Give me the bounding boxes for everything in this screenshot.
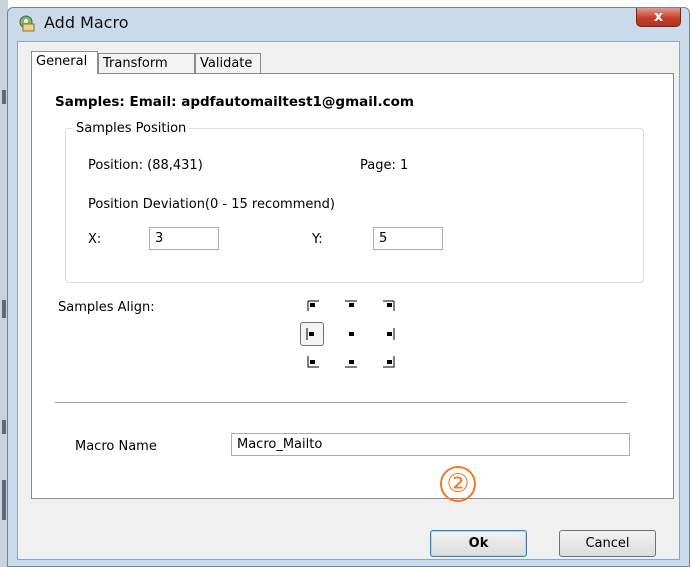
align-bottom-center-button[interactable]	[340, 352, 362, 372]
edge-mark	[2, 480, 6, 520]
x-label: X:	[88, 232, 102, 247]
align-top-left-icon	[307, 300, 319, 311]
align-middle-left-button[interactable]	[300, 322, 324, 346]
edge-mark	[2, 300, 6, 318]
x-deviation-input[interactable]: 3	[149, 227, 219, 250]
edge-mark	[2, 90, 6, 104]
tab-transform[interactable]: Transform	[98, 53, 195, 73]
align-top-right-icon	[383, 300, 395, 311]
edge-mark	[2, 420, 6, 434]
align-top-center-button[interactable]	[340, 296, 362, 316]
title-bar[interactable]: Add Macro x	[8, 8, 689, 38]
samples-position-title: Samples Position	[73, 121, 190, 136]
align-bottom-center-icon	[345, 360, 357, 368]
samples-align-grid	[300, 296, 412, 376]
close-button[interactable]: x	[636, 8, 681, 27]
dialog-body: General Transform Validate Samples: Emai…	[17, 41, 680, 560]
tab-label: Validate	[200, 56, 253, 71]
align-bottom-right-icon	[383, 356, 395, 368]
position-text: Position: (88,431)	[88, 158, 203, 173]
align-middle-right-icon	[387, 328, 395, 340]
y-deviation-input[interactable]: 5	[373, 227, 443, 250]
align-top-center-icon	[345, 300, 357, 307]
add-macro-dialog: Add Macro x General Transform Validate S…	[7, 7, 690, 567]
macro-name-input[interactable]: Macro_Mailto	[231, 433, 630, 456]
tab-label: General	[36, 54, 88, 69]
position-deviation-label: Position Deviation(0 - 15 recommend)	[88, 197, 335, 212]
align-bottom-left-icon	[307, 356, 319, 368]
samples-email-label: Samples: Email: apdfautomailtest1@gmail.…	[55, 94, 414, 110]
tab-validate[interactable]: Validate	[195, 53, 261, 73]
align-middle-left-icon	[306, 328, 314, 340]
tab-label: Transform	[103, 56, 168, 71]
page-text: Page: 1	[360, 158, 409, 173]
align-middle-right-button[interactable]	[378, 324, 400, 344]
tab-general[interactable]: General	[31, 51, 98, 74]
align-top-right-button[interactable]	[378, 296, 400, 316]
align-bottom-right-button[interactable]	[378, 352, 400, 372]
macro-name-label: Macro Name	[75, 439, 157, 454]
y-label: Y:	[312, 232, 323, 247]
align-middle-center-icon	[349, 332, 354, 336]
section-divider	[55, 402, 627, 403]
ok-button[interactable]: Ok	[430, 530, 527, 557]
samples-align-label: Samples Align:	[58, 300, 155, 315]
align-middle-center-button[interactable]	[340, 324, 362, 344]
close-icon: x	[653, 9, 664, 25]
step-marker-annotation: ②	[440, 466, 476, 502]
window-title: Add Macro	[44, 13, 129, 32]
align-top-left-button[interactable]	[302, 296, 324, 316]
cancel-button[interactable]: Cancel	[559, 530, 656, 557]
macro-app-icon	[19, 15, 35, 32]
align-bottom-left-button[interactable]	[302, 352, 324, 372]
